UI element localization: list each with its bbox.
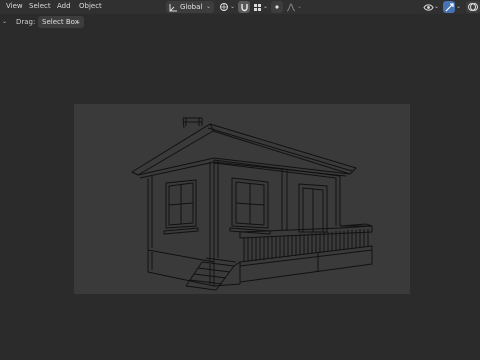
house-wireframe-model[interactable]: [0, 0, 480, 360]
